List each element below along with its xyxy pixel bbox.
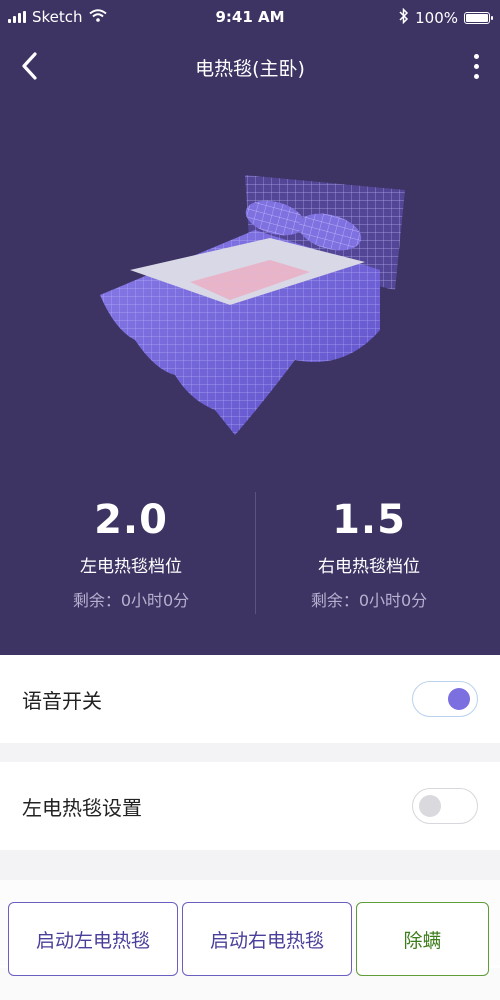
more-vertical-icon <box>473 53 479 59</box>
battery-percent: 100% <box>415 9 458 27</box>
status-bar: Sketch 9:41 AM 100% <box>0 0 500 34</box>
voice-switch-row: 语音开关 <box>0 655 500 743</box>
left-level-label: 左电热毯档位 <box>80 557 182 577</box>
start-right-blanket-button[interactable]: 启动右电热毯 <box>182 902 352 976</box>
page-title: 电热毯(主卧) <box>195 58 305 80</box>
left-blanket-settings-row[interactable]: 左电热毯设置 <box>0 762 500 850</box>
navbar: 电热毯(主卧) <box>0 34 500 98</box>
right-blanket-stat: 1.5 右电热毯档位 剩余：0小时0分 <box>244 490 494 611</box>
left-remaining-time: 剩余：0小时0分 <box>72 591 190 610</box>
right-level-label: 右电热毯档位 <box>318 557 420 577</box>
bed-illustration <box>100 175 405 435</box>
start-left-blanket-button[interactable]: 启动左电热毯 <box>8 902 178 976</box>
stats-panel: 2.0 左电热毯档位 剩余：0小时0分 1.5 右电热毯档位 剩余：0小时0分 <box>0 490 500 620</box>
voice-switch-toggle[interactable] <box>412 681 478 717</box>
right-remaining-time: 剩余：0小时0分 <box>310 591 428 610</box>
status-right: 100% <box>399 7 493 28</box>
left-level-value: 2.0 <box>94 497 168 543</box>
voice-switch-label: 语音开关 <box>22 688 102 713</box>
battery-icon <box>464 12 493 24</box>
action-button-bar: 启动左电热毯 启动右电热毯 除螨 <box>0 900 500 980</box>
stats-divider <box>255 492 256 614</box>
left-blanket-toggle[interactable] <box>412 788 478 824</box>
right-level-value: 1.5 <box>332 497 406 543</box>
left-blanket-stat: 2.0 左电热毯档位 剩余：0小时0分 <box>6 490 256 611</box>
header-panel: Sketch 9:41 AM 100% 电热毯(主卧) 2.0 左电热毯档位 剩… <box>0 0 500 655</box>
left-blanket-settings-label: 左电热毯设置 <box>22 795 142 820</box>
more-button[interactable] <box>464 46 488 86</box>
dust-mite-button[interactable]: 除螨 <box>356 902 489 976</box>
bluetooth-icon <box>399 7 409 28</box>
